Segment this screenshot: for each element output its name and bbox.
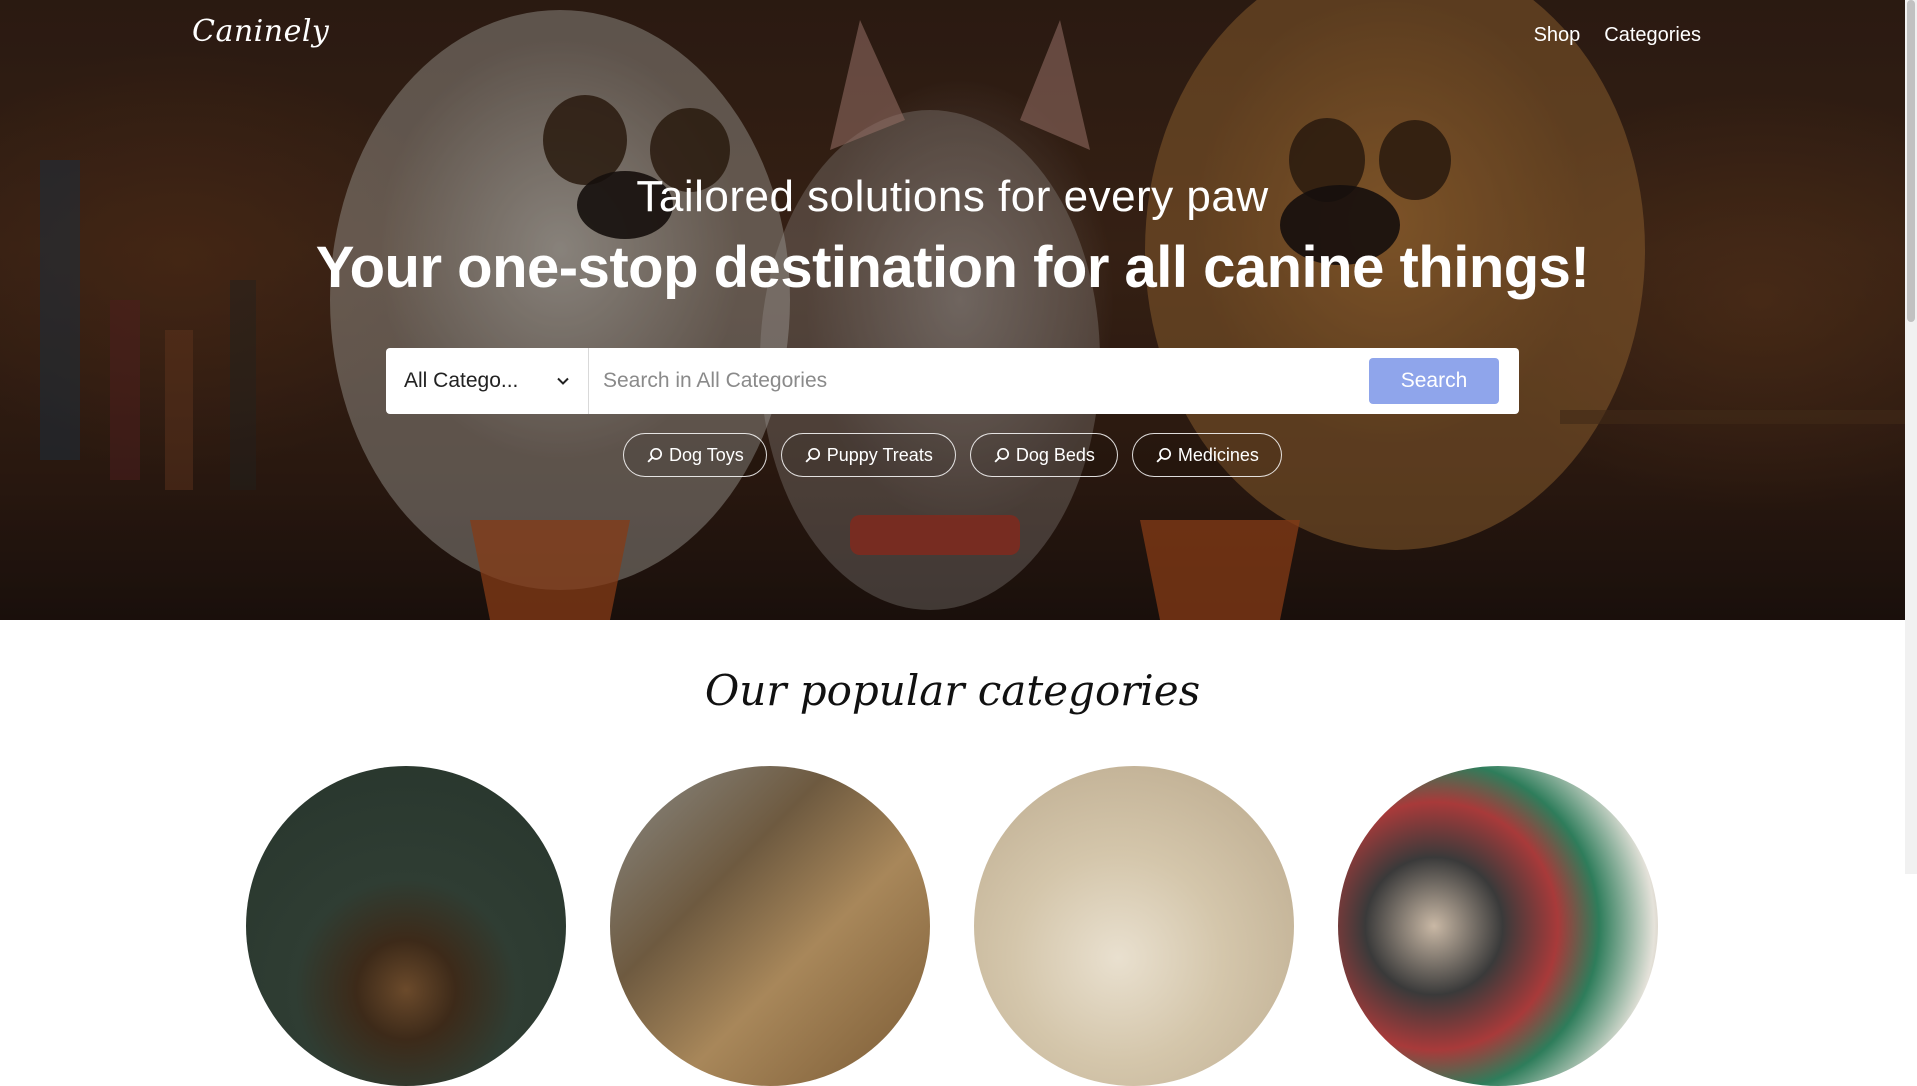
popular-categories-title: Our popular categories bbox=[704, 666, 1201, 715]
chevron-down-icon bbox=[557, 377, 569, 385]
scrollbar-thumb[interactable] bbox=[1907, 0, 1915, 322]
quick-search-label: Puppy Treats bbox=[826, 444, 933, 465]
search-input[interactable] bbox=[589, 348, 1369, 414]
search-bar: All Catego... Search bbox=[386, 348, 1519, 414]
quick-search-puppy-treats[interactable]: Puppy Treats bbox=[780, 433, 956, 477]
category-dropdown-value: All Catego... bbox=[404, 369, 519, 392]
quick-search-medicines[interactable]: Medicines bbox=[1131, 433, 1282, 477]
quick-search-dog-toys[interactable]: Dog Toys bbox=[623, 433, 767, 477]
category-card-food[interactable] bbox=[246, 766, 566, 1086]
search-icon bbox=[1156, 447, 1171, 463]
category-dropdown[interactable]: All Catego... bbox=[386, 348, 589, 414]
search-icon bbox=[994, 447, 1009, 463]
quick-search-list: Dog Toys Puppy Treats Dog Beds Medicines bbox=[0, 433, 1905, 477]
search-button[interactable]: Search bbox=[1369, 358, 1499, 404]
hero-headline: Your one-stop destination for all canine… bbox=[315, 235, 1590, 300]
nav-categories-link[interactable]: Categories bbox=[1604, 24, 1701, 47]
hero-tagline: Tailored solutions for every paw bbox=[636, 172, 1269, 221]
search-icon bbox=[647, 447, 663, 463]
category-card-grooming[interactable] bbox=[610, 766, 930, 1086]
quick-search-label: Dog Beds bbox=[1015, 444, 1095, 465]
category-card-beds[interactable] bbox=[974, 766, 1294, 1086]
main-nav: Shop Categories bbox=[1534, 24, 1701, 47]
nav-shop-link[interactable]: Shop bbox=[1534, 24, 1581, 47]
hero-overlay bbox=[0, 0, 1905, 620]
search-icon bbox=[805, 447, 820, 463]
page-scrollbar[interactable] bbox=[1905, 0, 1917, 874]
quick-search-label: Medicines bbox=[1177, 444, 1259, 465]
category-card-medicines[interactable] bbox=[1338, 766, 1658, 1086]
brand-logo[interactable]: Caninely bbox=[192, 14, 329, 49]
quick-search-dog-beds[interactable]: Dog Beds bbox=[969, 433, 1118, 477]
hero-banner: Caninely Shop Categories Tailored soluti… bbox=[0, 0, 1905, 620]
quick-search-label: Dog Toys bbox=[669, 444, 744, 465]
